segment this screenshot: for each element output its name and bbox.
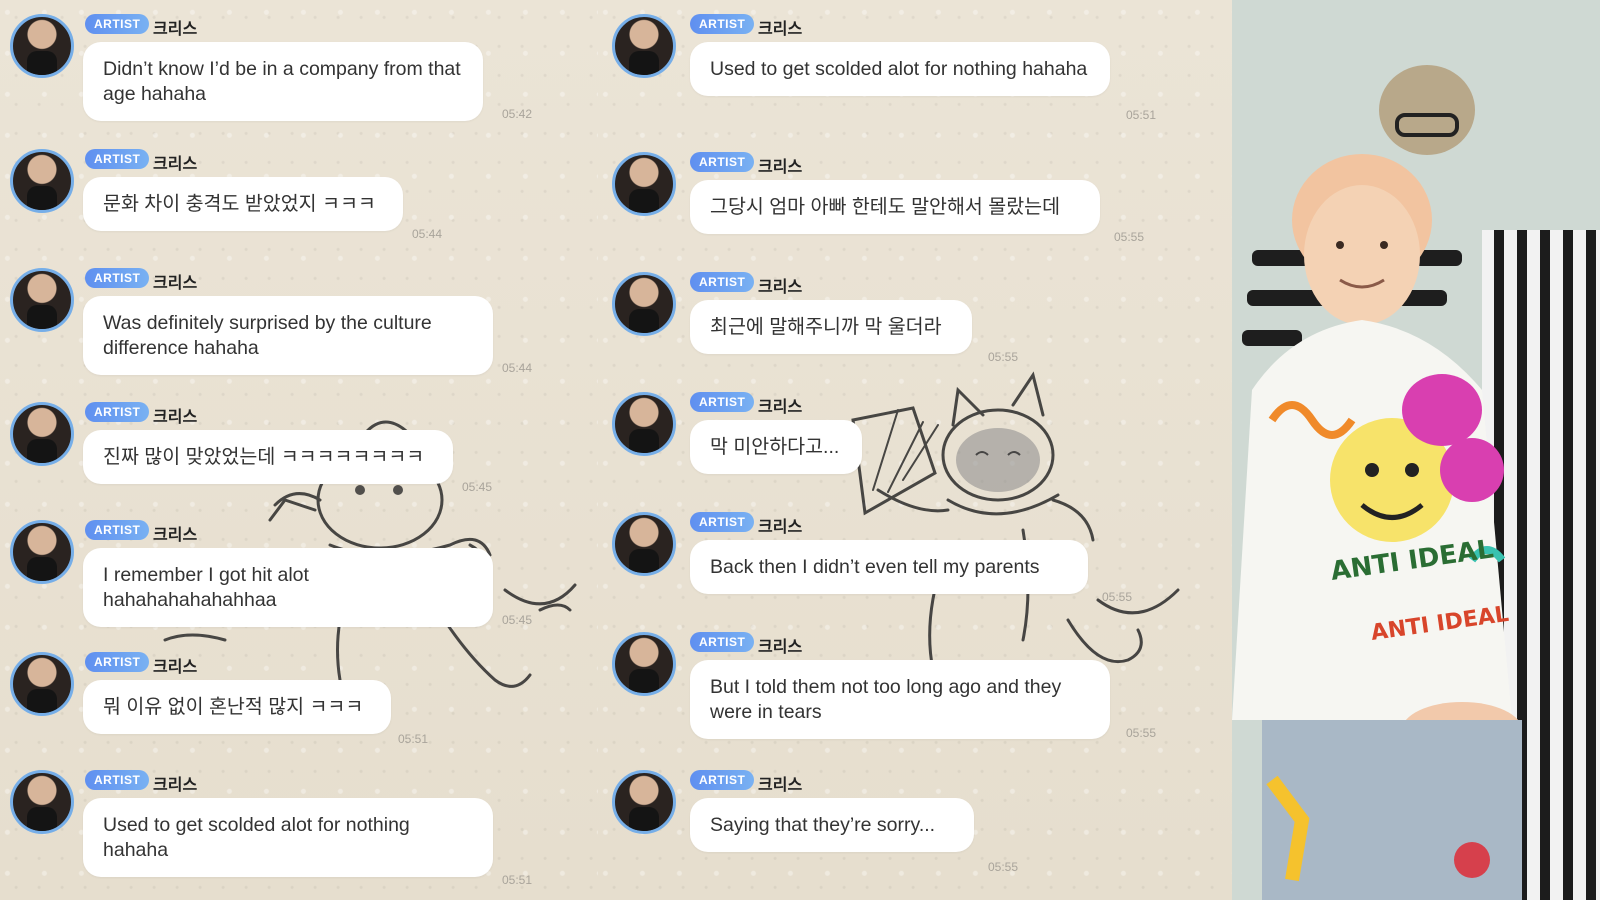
message-timestamp: 05:55 — [988, 860, 1019, 874]
avatar[interactable] — [10, 770, 74, 834]
avatar[interactable] — [612, 14, 676, 78]
artist-badge: ARTIST — [85, 652, 150, 672]
artist-badge: ARTIST — [85, 770, 150, 790]
photo-child-in-colorful-shirt: ANTI IDEAL ANTI IDEAL — [1232, 0, 1600, 900]
sender-name: 크리스 — [153, 409, 198, 426]
message-bubble[interactable]: I remember I got hit alot hahahahahahahh… — [83, 548, 493, 627]
message-bubble[interactable]: Was definitely surprised by the culture … — [83, 296, 493, 375]
photo-panel: ANTI IDEAL ANTI IDEAL — [1232, 0, 1600, 900]
message-timestamp: 05:51 — [502, 873, 533, 887]
message-item[interactable]: ARTIST 크리스 Was definitely surprised by t… — [0, 254, 598, 379]
message-item[interactable]: ARTIST 크리스 Used to get scolded alot for … — [0, 756, 598, 887]
avatar[interactable] — [10, 14, 74, 78]
message-bubble[interactable]: Saying that they’re sorry... — [690, 798, 974, 852]
message-bubble[interactable]: 뭐 이유 없이 혼난적 많지 ㅋㅋㅋ — [83, 680, 391, 734]
artist-badge: ARTIST — [690, 392, 755, 412]
artist-badge: ARTIST — [690, 512, 755, 532]
message-timestamp: 05:45 — [462, 480, 493, 494]
message-timestamp: 05:55 — [1102, 590, 1133, 604]
message-bubble[interactable]: 문화 차이 충격도 받았었지 ㅋㅋㅋ — [83, 177, 403, 231]
sender-name: 크리스 — [153, 777, 198, 794]
artist-badge: ARTIST — [690, 770, 755, 790]
avatar[interactable] — [612, 392, 676, 456]
message-bubble[interactable]: Used to get scolded alot for nothing hah… — [690, 42, 1110, 96]
sender-name: 크리스 — [758, 777, 803, 794]
avatar[interactable] — [10, 268, 74, 332]
sender-name: 크리스 — [153, 659, 198, 676]
artist-badge: ARTIST — [690, 152, 755, 172]
message-item[interactable]: ARTIST 크리스 Didn’t know I’d be in a compa… — [0, 0, 598, 125]
message-bubble[interactable]: Used to get scolded alot for nothing hah… — [83, 798, 493, 877]
avatar[interactable] — [612, 632, 676, 696]
artist-badge: ARTIST — [690, 632, 755, 652]
message-timestamp: 05:44 — [412, 227, 443, 241]
message-bubble[interactable]: 그당시 엄마 아빠 한테도 말안해서 몰랐는데 — [690, 180, 1100, 234]
message-item[interactable]: ARTIST 크리스 I remember I got hit alot hah… — [0, 506, 598, 631]
message-timestamp: 05:51 — [398, 732, 429, 746]
sender-name: 크리스 — [758, 279, 803, 296]
message-item[interactable]: ARTIST 크리스 그당시 엄마 아빠 한테도 말안해서 몰랐는데 05:55 — [598, 138, 1232, 263]
message-item[interactable]: ARTIST 크리스 최근에 말해주니까 막 울더라 05:55 — [598, 258, 1232, 383]
message-item[interactable]: ARTIST 크리스 Used to get scolded alot for … — [598, 0, 1232, 125]
avatar[interactable] — [612, 770, 676, 834]
avatar[interactable] — [612, 512, 676, 576]
artist-badge: ARTIST — [85, 402, 150, 422]
sender-name: 크리스 — [153, 21, 198, 38]
message-timestamp: 05:51 — [1126, 108, 1157, 122]
message-timestamp: 05:55 — [1114, 230, 1145, 244]
artist-badge: ARTIST — [85, 149, 150, 169]
message-timestamp: 05:45 — [502, 613, 533, 627]
message-bubble[interactable]: 막 미안하다고... — [690, 420, 862, 474]
artist-badge: ARTIST — [690, 14, 755, 34]
avatar[interactable] — [10, 402, 74, 466]
message-bubble[interactable]: Back then I didn’t even tell my parents — [690, 540, 1088, 594]
avatar[interactable] — [10, 149, 74, 213]
avatar[interactable] — [612, 272, 676, 336]
sender-name: 크리스 — [758, 159, 803, 176]
sender-name: 크리스 — [758, 639, 803, 656]
artist-badge: ARTIST — [690, 272, 755, 292]
message-item[interactable]: ARTIST 크리스 Saying that they’re sorry... … — [598, 756, 1232, 881]
sender-name: 크리스 — [153, 156, 198, 173]
message-timestamp: 05:55 — [1126, 726, 1157, 740]
message-item[interactable]: ARTIST 크리스 But I told them not too long … — [598, 618, 1232, 743]
sender-name: 크리스 — [758, 519, 803, 536]
sender-name: 크리스 — [758, 21, 803, 38]
artist-badge: ARTIST — [85, 14, 150, 34]
message-item[interactable]: ARTIST 크리스 문화 차이 충격도 받았었지 ㅋㅋㅋ 05:44 — [0, 135, 598, 260]
sender-name: 크리스 — [153, 527, 198, 544]
chat-panel-middle[interactable]: ARTIST 크리스 Used to get scolded alot for … — [598, 0, 1232, 900]
message-bubble[interactable]: But I told them not too long ago and the… — [690, 660, 1110, 739]
message-timestamp: 05:42 — [502, 107, 533, 121]
message-item[interactable]: ARTIST 크리스 뭐 이유 없이 혼난적 많지 ㅋㅋㅋ 05:51 — [0, 638, 598, 763]
message-bubble[interactable]: Didn’t know I’d be in a company from tha… — [83, 42, 483, 121]
message-timestamp: 05:55 — [988, 350, 1019, 364]
sender-name: 크리스 — [758, 399, 803, 416]
avatar[interactable] — [612, 152, 676, 216]
artist-badge: ARTIST — [85, 520, 150, 540]
message-timestamp: 05:44 — [502, 361, 533, 375]
message-bubble[interactable]: 진짜 많이 맞았었는데 ㅋㅋㅋㅋㅋㅋㅋㅋ — [83, 430, 453, 484]
avatar[interactable] — [10, 652, 74, 716]
chat-panel-left[interactable]: ARTIST 크리스 Didn’t know I’d be in a compa… — [0, 0, 598, 900]
message-item[interactable]: ARTIST 크리스 Back then I didn’t even tell … — [598, 498, 1232, 623]
avatar[interactable] — [10, 520, 74, 584]
sender-name: 크리스 — [153, 275, 198, 292]
message-item[interactable]: ARTIST 크리스 진짜 많이 맞았었는데 ㅋㅋㅋㅋㅋㅋㅋㅋ 05:45 — [0, 388, 598, 513]
artist-badge: ARTIST — [85, 268, 150, 288]
message-item[interactable]: ARTIST 크리스 막 미안하다고... — [598, 378, 1232, 503]
message-bubble[interactable]: 최근에 말해주니까 막 울더라 — [690, 300, 972, 354]
